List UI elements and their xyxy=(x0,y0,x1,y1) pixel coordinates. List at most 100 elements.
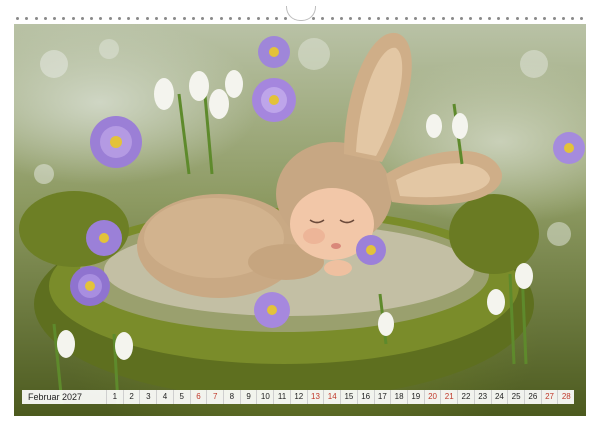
day-cell: 1 xyxy=(106,390,123,404)
binding-hole xyxy=(423,16,426,20)
binding-hole xyxy=(90,16,93,20)
binding-hole xyxy=(441,16,445,20)
binding-hole xyxy=(284,16,288,20)
crocus-flower xyxy=(553,132,585,164)
binding-hole xyxy=(497,16,500,20)
binding-hole xyxy=(339,16,343,20)
crocus-flower xyxy=(356,235,386,265)
day-cell: 24 xyxy=(490,390,508,404)
crocus-flower xyxy=(70,266,110,306)
binding-hole xyxy=(349,16,352,20)
day-cell: 23 xyxy=(473,390,491,404)
day-cell: 19 xyxy=(406,390,424,404)
binding-hole xyxy=(321,16,325,20)
day-cell: 14 xyxy=(323,390,340,404)
binding-hole xyxy=(561,16,565,20)
day-cell: 22 xyxy=(457,390,474,404)
binding-hole xyxy=(330,16,334,20)
binding-hole xyxy=(460,16,463,20)
crocus-flower xyxy=(254,292,290,328)
day-cell: 10 xyxy=(256,390,273,404)
binding-hole xyxy=(367,16,371,20)
binding-hole xyxy=(108,16,112,20)
binding-hole xyxy=(275,16,278,20)
day-cell: 3 xyxy=(139,390,156,404)
day-cell: 20 xyxy=(423,390,441,404)
crocus-flower xyxy=(90,116,142,168)
binding-hole xyxy=(62,16,66,20)
binding-hole xyxy=(265,16,269,20)
calendar-page: Februar 2027 1 2 3 4 5 6 7 8 9 10 11 12 13 14 15 16 17 18… xyxy=(0,0,600,432)
binding-hole xyxy=(395,16,399,20)
binding-hole xyxy=(376,16,380,20)
binding-hole xyxy=(404,16,408,20)
binding-hole xyxy=(53,16,56,20)
binding-hole xyxy=(219,16,223,20)
day-cell: 11 xyxy=(273,390,290,404)
binding-hole xyxy=(432,16,436,20)
binding-hole xyxy=(358,16,362,20)
binding-hole xyxy=(201,16,204,20)
binding-hole xyxy=(127,16,130,20)
day-cell: 18 xyxy=(390,390,407,404)
binding-hole xyxy=(386,16,389,20)
binding-hole xyxy=(182,16,186,20)
binding-hole xyxy=(99,16,103,20)
binding-hole xyxy=(164,16,167,20)
day-cell: 4 xyxy=(156,390,173,404)
binding-hole xyxy=(534,16,537,20)
binding-hole xyxy=(80,16,84,20)
day-cell: 8 xyxy=(223,390,240,404)
binding-hole xyxy=(312,16,315,20)
binding-hole xyxy=(478,16,482,20)
crocus-flower xyxy=(86,220,122,256)
day-cell: 5 xyxy=(172,390,190,404)
binding-hole xyxy=(256,16,260,20)
day-cell: 12 xyxy=(289,390,307,404)
day-cell: 25 xyxy=(507,390,524,404)
binding-hole xyxy=(16,16,19,20)
binding-hole xyxy=(515,16,519,20)
binding-hole xyxy=(580,16,584,20)
day-cell: 21 xyxy=(440,390,457,404)
binding-hole xyxy=(571,16,574,20)
binding-hole xyxy=(173,16,177,20)
day-cell: 2 xyxy=(122,390,140,404)
binding-hole xyxy=(247,16,251,20)
month-label: Februar 2027 xyxy=(28,392,83,402)
binding-hole xyxy=(228,16,232,20)
day-cell: 28 xyxy=(557,390,574,404)
day-cell: 16 xyxy=(356,390,374,404)
binding-hole xyxy=(543,16,547,20)
binding-hole xyxy=(117,16,121,20)
photo-illustration xyxy=(19,32,585,405)
binding-hole xyxy=(506,16,510,20)
binding-hole xyxy=(450,16,454,20)
binding-hole xyxy=(524,16,528,20)
calendar-strip: Februar 2027 1 2 3 4 5 6 7 8 9 10 11 12 13 14 15 16 17 18… xyxy=(22,390,574,404)
day-cell: 6 xyxy=(189,390,207,404)
binding-hole xyxy=(210,16,214,20)
binding-hole xyxy=(469,16,473,20)
binding-hole xyxy=(154,16,158,20)
binding-hole xyxy=(191,16,195,20)
day-cell: 17 xyxy=(373,390,391,404)
binding-hole xyxy=(25,16,29,20)
day-cell: 13 xyxy=(306,390,324,404)
binding-hole xyxy=(238,16,241,20)
day-cell: 7 xyxy=(206,390,223,404)
calendar-photo xyxy=(14,24,586,416)
binding-hole xyxy=(413,16,417,20)
day-cell: 15 xyxy=(340,390,357,404)
snowdrop-flower xyxy=(154,70,243,175)
day-cell: 9 xyxy=(239,390,257,404)
binding-hole xyxy=(34,16,38,20)
binding-hole xyxy=(145,16,149,20)
binding-hole xyxy=(71,16,75,20)
day-row: 1 2 3 4 5 6 7 8 9 10 11 12 13 14 15 16 17 18 19 20 21 22 23 24 2… xyxy=(106,390,574,404)
crocus-flower xyxy=(252,78,296,122)
binding-hole xyxy=(136,16,140,20)
crocus-flower xyxy=(258,36,290,68)
day-cell: 27 xyxy=(540,390,558,404)
day-cell: 26 xyxy=(523,390,541,404)
